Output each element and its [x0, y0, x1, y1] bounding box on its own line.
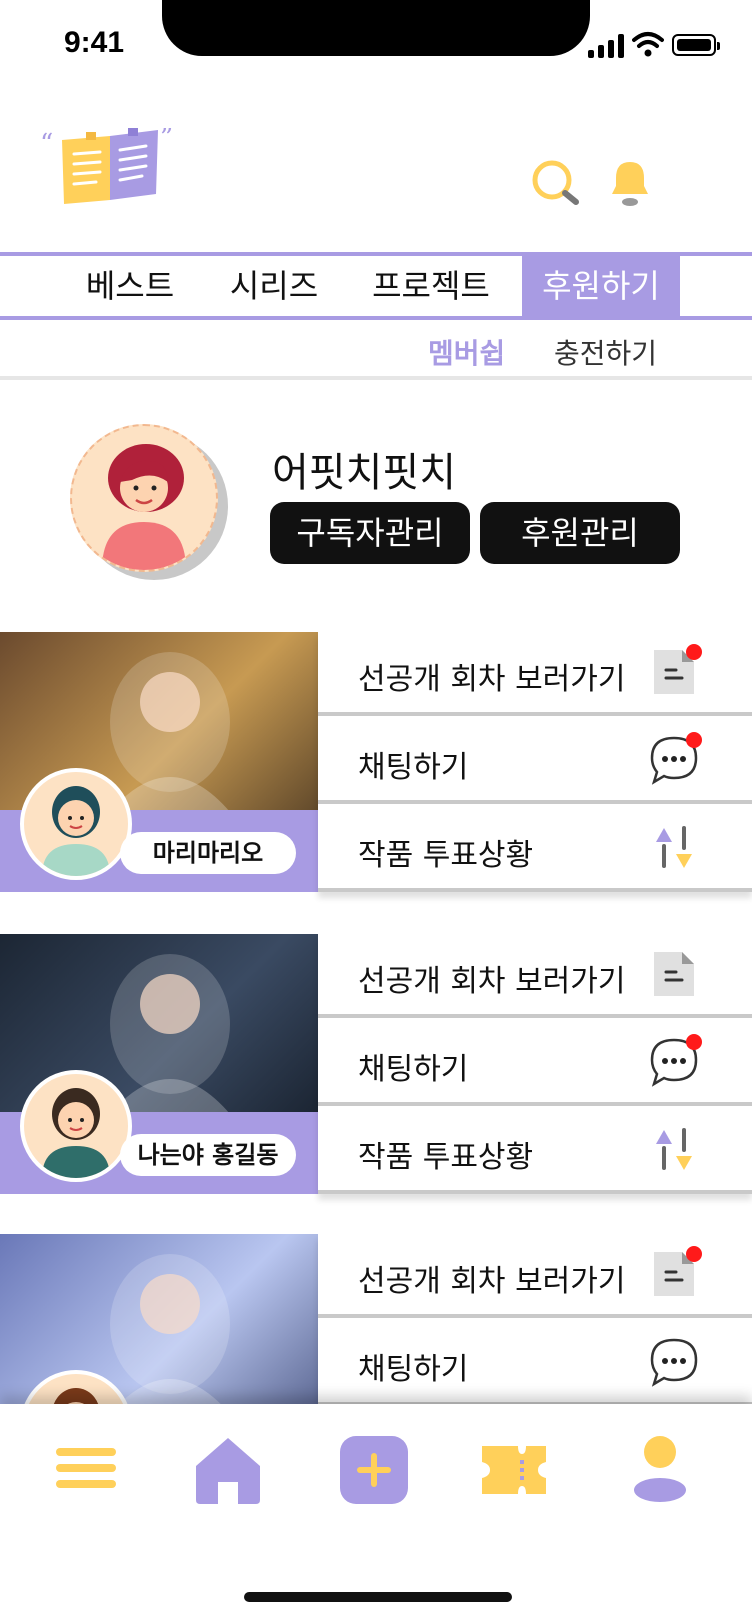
profile-nickname: 어핏치핏치: [272, 450, 456, 496]
document-icon: [648, 1246, 702, 1300]
document-icon: [648, 644, 702, 698]
menu-icon[interactable]: [52, 1434, 124, 1506]
tab-series[interactable]: 시리즈: [218, 256, 330, 316]
subtab-membership[interactable]: 멤버쉽: [428, 332, 505, 372]
notification-badge: [686, 732, 702, 748]
support-subtab-bar: 멤버쉽 충전하기: [0, 322, 752, 380]
bell-icon[interactable]: [604, 156, 656, 212]
subtab-charge[interactable]: 충전하기: [554, 332, 657, 372]
sponsor-management-button[interactable]: 후원관리: [480, 502, 680, 564]
preview-episodes-row[interactable]: 선공개 회차 보러가기: [318, 934, 752, 1018]
svg-text:”: ”: [160, 128, 173, 153]
creator-card: 나는야 홍길동 선공개 회차 보러가기채팅하기작품 투표상황: [0, 934, 752, 1194]
book-logo-icon[interactable]: “ ”: [40, 128, 190, 214]
bottom-navigation: [0, 1404, 752, 1624]
ticket-icon[interactable]: [478, 1434, 550, 1506]
profile-icon[interactable]: [624, 1434, 696, 1506]
creator-card: 마리마리오 선공개 회차 보러가기채팅하기작품 투표상황: [0, 632, 752, 892]
person-avatar-icon: [42, 1088, 110, 1178]
row-label: 채팅하기: [358, 1052, 469, 1087]
vote-status-row[interactable]: 작품 투표상황: [318, 1110, 752, 1194]
home-icon[interactable]: [192, 1434, 264, 1506]
battery-icon: [672, 34, 720, 56]
creator-menu: 선공개 회차 보러가기채팅하기작품 투표상황: [318, 632, 752, 892]
vote-status-row[interactable]: 작품 투표상황: [318, 808, 752, 892]
row-label: 채팅하기: [358, 750, 469, 785]
creator-avatar[interactable]: [20, 768, 132, 880]
profile-avatar[interactable]: [70, 424, 218, 572]
subscriber-management-button[interactable]: 구독자관리: [270, 502, 470, 564]
category-tab-bar: 베스트 시리즈 프로젝트 후원하기: [0, 252, 752, 320]
status-time: 9:41: [64, 26, 125, 59]
row-label: 선공개 회차 보러가기: [358, 964, 626, 999]
chat-row[interactable]: 채팅하기: [318, 1022, 752, 1106]
add-icon[interactable]: [338, 1434, 410, 1506]
tab-project[interactable]: 프로젝트: [356, 256, 506, 316]
row-label: 선공개 회차 보러가기: [358, 662, 626, 697]
svg-text:“: “: [40, 129, 53, 159]
row-label: 채팅하기: [358, 1352, 469, 1387]
creator-name[interactable]: 마리마리오: [120, 832, 296, 874]
vote-arrows-icon: [648, 1124, 700, 1176]
search-icon[interactable]: [530, 158, 586, 214]
document-icon: [648, 948, 700, 1000]
row-label: 작품 투표상황: [358, 1140, 534, 1175]
person-avatar-icon: [42, 786, 110, 876]
tab-best[interactable]: 베스트: [80, 256, 180, 316]
cellular-signal-icon: [588, 32, 626, 58]
chat-bubble-icon: [648, 732, 702, 786]
chat-row[interactable]: 채팅하기: [318, 720, 752, 804]
device-notch: [162, 0, 590, 56]
creator-menu: 선공개 회차 보러가기채팅하기작품 투표상황: [318, 934, 752, 1194]
chat-bubble-icon: [648, 1336, 700, 1388]
chat-row[interactable]: 채팅하기: [318, 1322, 752, 1406]
row-label: 선공개 회차 보러가기: [358, 1264, 626, 1299]
vote-arrows-icon: [648, 822, 700, 874]
notification-badge: [686, 1034, 702, 1050]
row-label: 작품 투표상황: [358, 838, 534, 873]
woman-avatar-icon: [102, 444, 186, 570]
tab-support[interactable]: 후원하기: [522, 256, 680, 316]
notification-badge: [686, 1246, 702, 1262]
chat-bubble-icon: [648, 1034, 702, 1088]
creator-avatar[interactable]: [20, 1070, 132, 1182]
creator-name[interactable]: 나는야 홍길동: [120, 1134, 296, 1176]
notification-badge: [686, 644, 702, 660]
preview-episodes-row[interactable]: 선공개 회차 보러가기: [318, 1234, 752, 1318]
preview-episodes-row[interactable]: 선공개 회차 보러가기: [318, 632, 752, 716]
home-indicator: [244, 1592, 512, 1602]
wifi-icon: [632, 32, 664, 57]
